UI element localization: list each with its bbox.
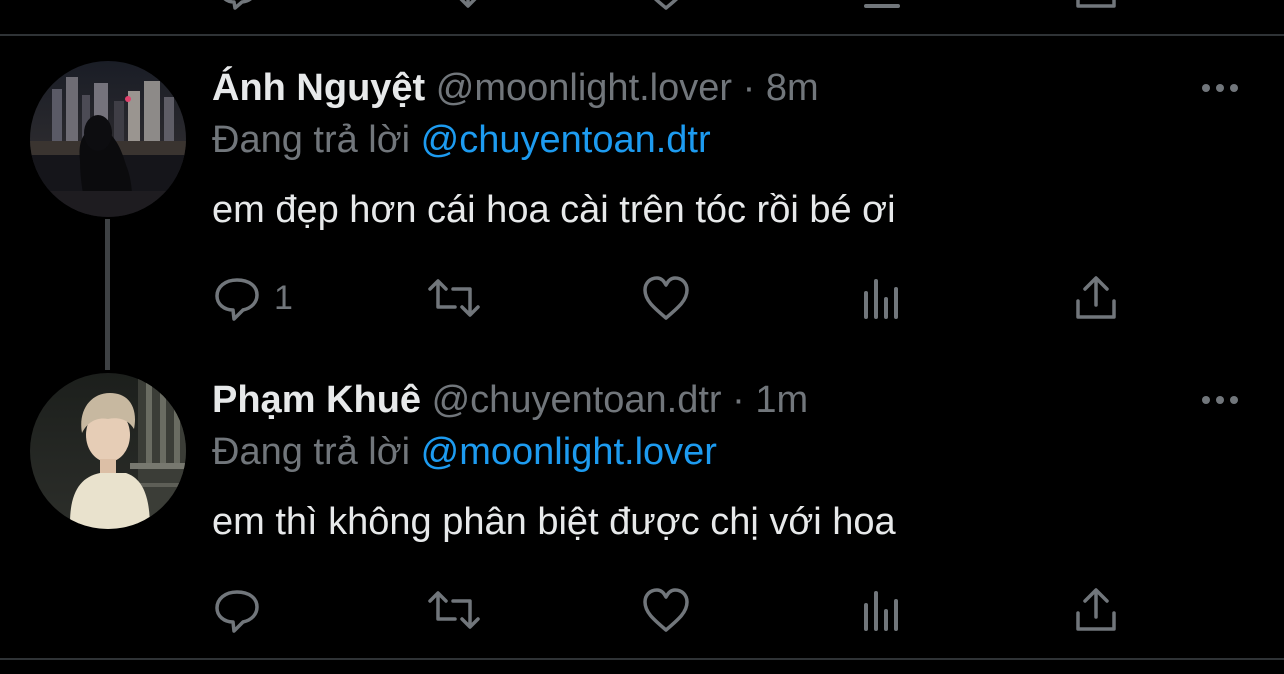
share-icon [1072, 585, 1120, 635]
reply-count: 1 [274, 278, 293, 317]
tweet-header: Phạm Khuê @chuyentoan.dtr · 1m [212, 378, 808, 422]
share-button[interactable] [1072, 582, 1120, 638]
timestamp[interactable]: 1m [755, 379, 808, 421]
retweet-icon [424, 273, 484, 323]
display-name[interactable]: Ánh Nguyệt [212, 67, 425, 109]
reply-icon [212, 585, 262, 635]
tweet-actions [0, 582, 1284, 642]
reply-button[interactable]: 1 [212, 270, 293, 326]
divider [0, 658, 1284, 660]
reply-icon[interactable] [214, 0, 270, 10]
views-button[interactable] [858, 582, 906, 638]
tweet-text: em thì không phân biệt được chị với hoa [212, 501, 896, 543]
heart-icon[interactable] [640, 0, 696, 10]
retweet-button[interactable] [424, 270, 484, 326]
replying-to-mention[interactable]: @moonlight.lover [421, 431, 717, 473]
retweet-button[interactable] [424, 582, 484, 638]
tweet-actions: 1 [0, 270, 1284, 330]
heart-icon [640, 585, 692, 635]
views-icon[interactable] [860, 0, 916, 10]
replying-to-line: Đang trả lời @chuyentoan.dtr [212, 118, 711, 162]
reply-icon [212, 273, 262, 323]
like-button[interactable] [640, 582, 692, 638]
views-button[interactable] [858, 270, 906, 326]
timestamp[interactable]: 8m [766, 67, 819, 109]
replying-to-mention[interactable]: @chuyentoan.dtr [421, 119, 711, 161]
previous-tweet-actions [0, 0, 1284, 36]
retweet-icon[interactable] [426, 0, 482, 10]
like-button[interactable] [640, 270, 692, 326]
user-handle[interactable]: @moonlight.lover [436, 67, 732, 109]
separator-dot: · [732, 379, 745, 421]
replying-to-line: Đang trả lời @moonlight.lover [212, 430, 717, 474]
more-icon[interactable] [1200, 390, 1240, 410]
more-icon[interactable] [1200, 78, 1240, 98]
share-icon [1072, 273, 1120, 323]
views-icon [858, 273, 906, 323]
divider [0, 34, 1284, 36]
retweet-icon [424, 585, 484, 635]
reply-button[interactable] [212, 582, 274, 638]
avatar[interactable] [30, 61, 186, 217]
replying-to-label: Đang trả lời [212, 119, 411, 161]
views-icon [858, 585, 906, 635]
replying-to-label: Đang trả lời [212, 431, 411, 473]
tweet-text: em đẹp hơn cái hoa cài trên tóc rồi bé ơ… [212, 189, 896, 231]
share-icon[interactable] [1072, 0, 1128, 10]
separator-dot: · [742, 67, 756, 109]
avatar[interactable] [30, 373, 186, 529]
tweet-header: Ánh Nguyệt @moonlight.lover · 8m [212, 66, 819, 110]
user-handle[interactable]: @chuyentoan.dtr [432, 379, 722, 421]
display-name[interactable]: Phạm Khuê [212, 379, 421, 421]
heart-icon [640, 273, 692, 323]
share-button[interactable] [1072, 270, 1120, 326]
